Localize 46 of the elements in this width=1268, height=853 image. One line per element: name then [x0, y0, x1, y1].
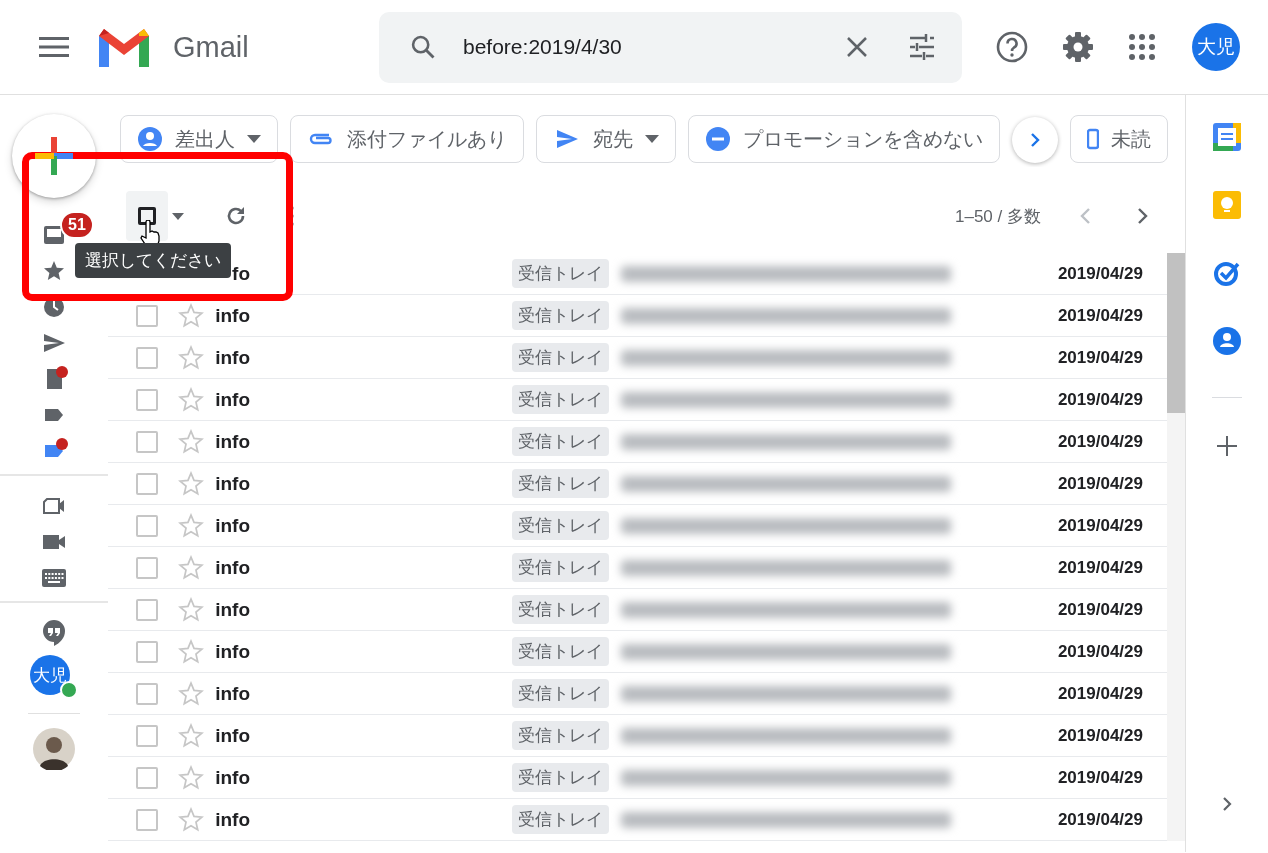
inbox-label: 受信トレイ	[512, 259, 609, 288]
email-date: 2019/04/29	[1057, 725, 1143, 746]
email-date: 2019/04/29	[1057, 557, 1143, 578]
email-date: 2019/04/29	[1057, 347, 1143, 368]
email-date: 2019/04/29	[1057, 641, 1143, 662]
email-date: 2019/04/29	[1057, 515, 1143, 536]
sender-name: info	[214, 682, 250, 705]
inbox-label: 受信トレイ	[512, 343, 609, 372]
inbox-label: 受信トレイ	[512, 427, 609, 456]
inbox-label: 受信トレイ	[512, 595, 609, 624]
sender-name: info	[214, 304, 250, 327]
unread-count-badge: 51	[60, 211, 94, 239]
email-date: 2019/04/29	[1057, 767, 1143, 788]
inbox-label: 受信トレイ	[512, 301, 609, 330]
email-date: 2019/04/29	[1057, 473, 1143, 494]
sender-name: info	[214, 346, 250, 369]
sender-name: info	[214, 430, 250, 453]
sender-name: info	[214, 766, 250, 789]
tooltip: 選択してください	[75, 243, 231, 278]
email-date: 2019/04/29	[1057, 389, 1143, 410]
inbox-label: 受信トレイ	[512, 721, 609, 750]
inbox-label: 受信トレイ	[512, 679, 609, 708]
sender-name: info	[214, 514, 250, 537]
sender-name: info	[214, 598, 250, 621]
email-date: 2019/04/29	[1057, 683, 1143, 704]
inbox-label: 受信トレイ	[512, 553, 609, 582]
sender-name: info	[214, 724, 250, 747]
email-date: 2019/04/29	[1057, 431, 1143, 452]
email-date: 2019/04/29	[1057, 599, 1143, 620]
inbox-label: 受信トレイ	[512, 637, 609, 666]
sender-name: info	[214, 808, 250, 831]
inbox-label: 受信トレイ	[512, 805, 609, 834]
inbox-label: 受信トレイ	[512, 511, 609, 540]
inbox-label: 受信トレイ	[512, 385, 609, 414]
email-date: 2019/04/29	[1057, 305, 1143, 326]
sender-name: info	[214, 388, 250, 411]
email-date: 2019/04/29	[1057, 809, 1143, 830]
email-date: 2019/04/29	[1057, 263, 1143, 284]
pagination-range: 1–50 / 多数	[955, 205, 1041, 228]
sender-name: info	[214, 556, 250, 579]
sender-name: fo	[231, 262, 250, 285]
inbox-label: 受信トレイ	[512, 763, 609, 792]
inbox-label: 受信トレイ	[512, 469, 609, 498]
sender-name: info	[214, 640, 250, 663]
app-name: Gmail	[173, 30, 250, 64]
sender-name: info	[214, 472, 250, 495]
